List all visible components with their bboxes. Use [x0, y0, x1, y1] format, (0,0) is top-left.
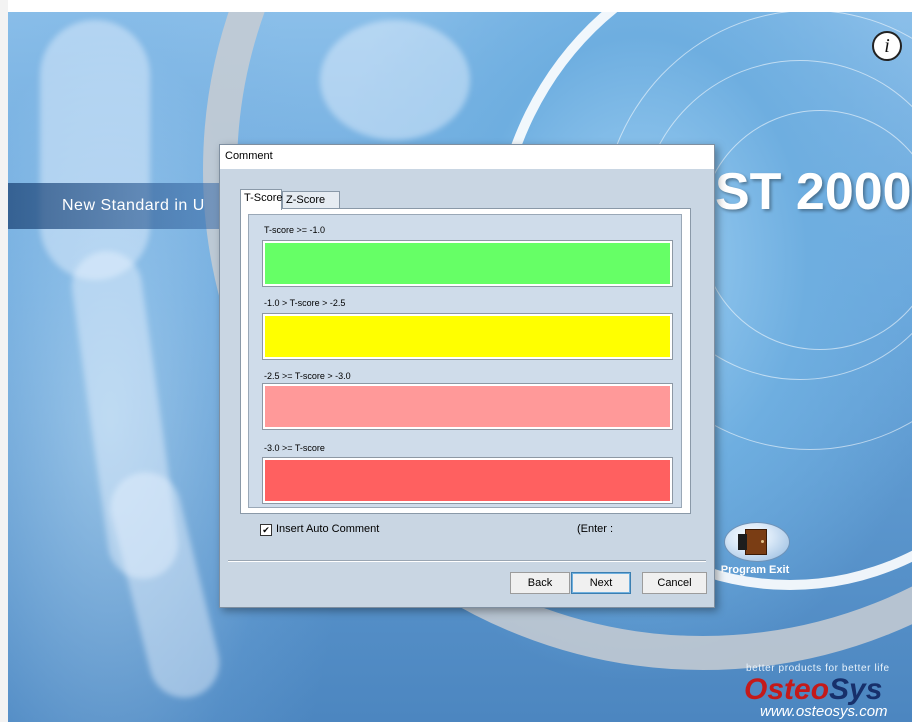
comment-field-severe[interactable] — [262, 457, 673, 504]
exit-button-oval — [724, 522, 790, 562]
program-exit-button[interactable]: Program Exit — [721, 522, 792, 580]
bone-graphic — [40, 20, 150, 280]
door-exit-icon — [738, 529, 767, 555]
brand-logo: OsteoSys — [744, 673, 882, 707]
bone-graphic — [103, 464, 227, 706]
comment-field-normal[interactable] — [262, 240, 673, 287]
info-button[interactable]: i — [872, 31, 902, 61]
top-strip — [0, 0, 912, 12]
range-label-osteoporosis: -2.5 >= T-score > -3.0 — [264, 371, 351, 381]
tab-z-score[interactable]: Z-Score — [282, 191, 340, 209]
range-label-severe: -3.0 >= T-score — [264, 443, 325, 453]
comment-dialog: Comment T-Score Z-Score T-score >= -1.0 … — [219, 144, 715, 608]
brand-website: www.osteosys.com — [760, 703, 888, 720]
info-icon: i — [884, 35, 890, 57]
left-strip — [0, 0, 8, 722]
program-exit-label: Program Exit — [720, 564, 790, 576]
back-button[interactable]: Back — [510, 572, 570, 594]
banner-text: New Standard in U — [62, 197, 205, 214]
tab-t-score[interactable]: T-Score — [240, 189, 283, 210]
comment-ranges-panel: T-score >= -1.0 -1.0 > T-score > -2.5 -2… — [248, 214, 682, 508]
brand-logo-part2: Sys — [829, 673, 883, 706]
dialog-title: Comment — [220, 145, 714, 169]
insert-auto-comment-row[interactable]: ✔ Insert Auto Comment — [260, 523, 379, 536]
enter-hint: (Enter : — [577, 523, 614, 535]
insert-auto-comment-checkbox[interactable]: ✔ — [260, 524, 272, 536]
range-label-normal: T-score >= -1.0 — [264, 225, 326, 235]
comment-field-osteoporosis[interactable] — [262, 383, 673, 430]
dialog-separator — [228, 560, 706, 562]
next-button[interactable]: Next — [571, 572, 631, 594]
insert-auto-comment-label: Insert Auto Comment — [276, 523, 380, 535]
comment-field-osteopenia[interactable] — [262, 313, 673, 360]
range-label-osteopenia: -1.0 > T-score > -2.5 — [264, 298, 346, 308]
cancel-button[interactable]: Cancel — [642, 572, 707, 594]
brand-logo-part1: Osteo — [744, 673, 830, 706]
tab-panel: T-score >= -1.0 -1.0 > T-score > -2.5 -2… — [240, 208, 691, 514]
product-title: ST 2000 — [715, 163, 912, 221]
